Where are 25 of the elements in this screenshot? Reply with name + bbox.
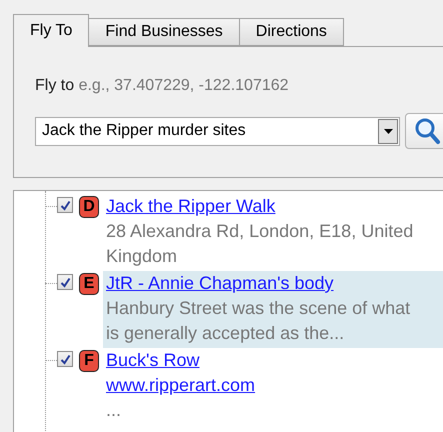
- checkbox[interactable]: [57, 351, 73, 367]
- tab[interactable]: Find Businesses: [88, 18, 240, 46]
- combo-box[interactable]: Jack the Ripper murder sites: [35, 116, 400, 146]
- result-description: ...: [106, 399, 122, 422]
- dropdown-button[interactable]: [378, 118, 398, 144]
- tab[interactable]: Fly To: [13, 14, 90, 47]
- placemark-badge: F: [79, 350, 99, 372]
- result-description: is generally accepted as the...: [106, 322, 346, 345]
- checkbox[interactable]: [57, 274, 73, 290]
- tab[interactable]: Directions: [238, 18, 344, 46]
- search-icon: [414, 117, 440, 145]
- fly-to-label: Fly to e.g., 37.407229, -122.107162: [35, 77, 290, 96]
- checkbox[interactable]: [57, 197, 73, 213]
- result-description: 28 Alexandra Rd, London, E18, United: [106, 220, 414, 243]
- placemark-badge: E: [79, 273, 99, 295]
- result-title-link[interactable]: JtR - Annie Chapman's body: [106, 271, 334, 296]
- website-link[interactable]: www.ripperart.com: [106, 373, 256, 398]
- caret-icon: [384, 128, 392, 134]
- result-title-link[interactable]: Jack the Ripper Walk: [106, 194, 276, 219]
- result-description: Hanbury Street was the scene of what: [106, 297, 412, 320]
- result-description: Kingdom: [106, 245, 178, 268]
- result-title-link[interactable]: Buck's Row: [106, 348, 200, 373]
- placemark-badge: D: [79, 196, 99, 218]
- search-button[interactable]: [405, 113, 443, 149]
- search-field[interactable]: Jack the Ripper murder sites: [36, 122, 378, 140]
